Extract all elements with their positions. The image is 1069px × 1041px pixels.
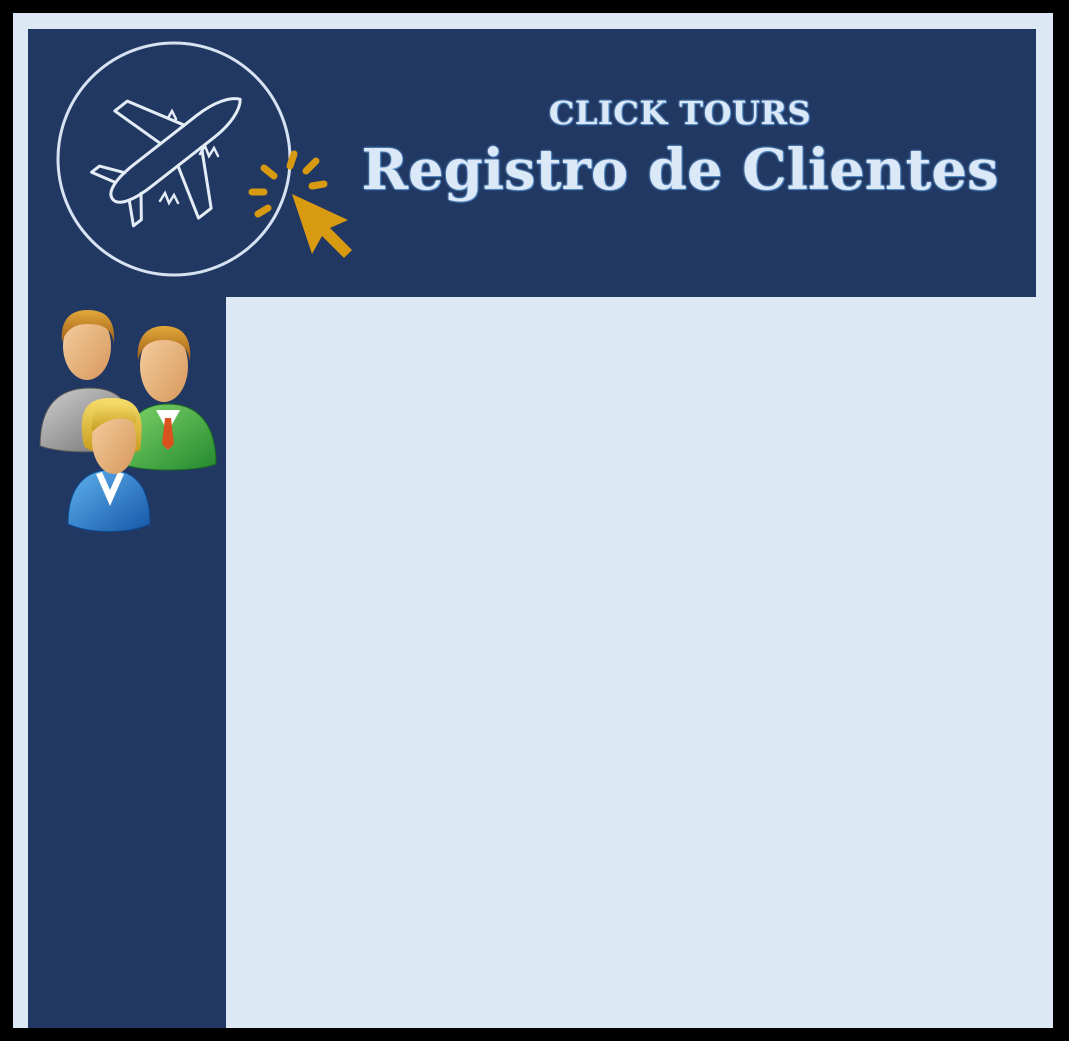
brand-block: CLICK TOURS Registro de Clientes: [345, 93, 1015, 203]
airplane-click-icon: [56, 41, 352, 277]
page-title: Registro de Clientes: [361, 137, 999, 203]
company-name: CLICK TOURS: [548, 94, 812, 132]
users-group-icon[interactable]: [34, 306, 220, 538]
main-content-area: [226, 297, 1052, 1028]
